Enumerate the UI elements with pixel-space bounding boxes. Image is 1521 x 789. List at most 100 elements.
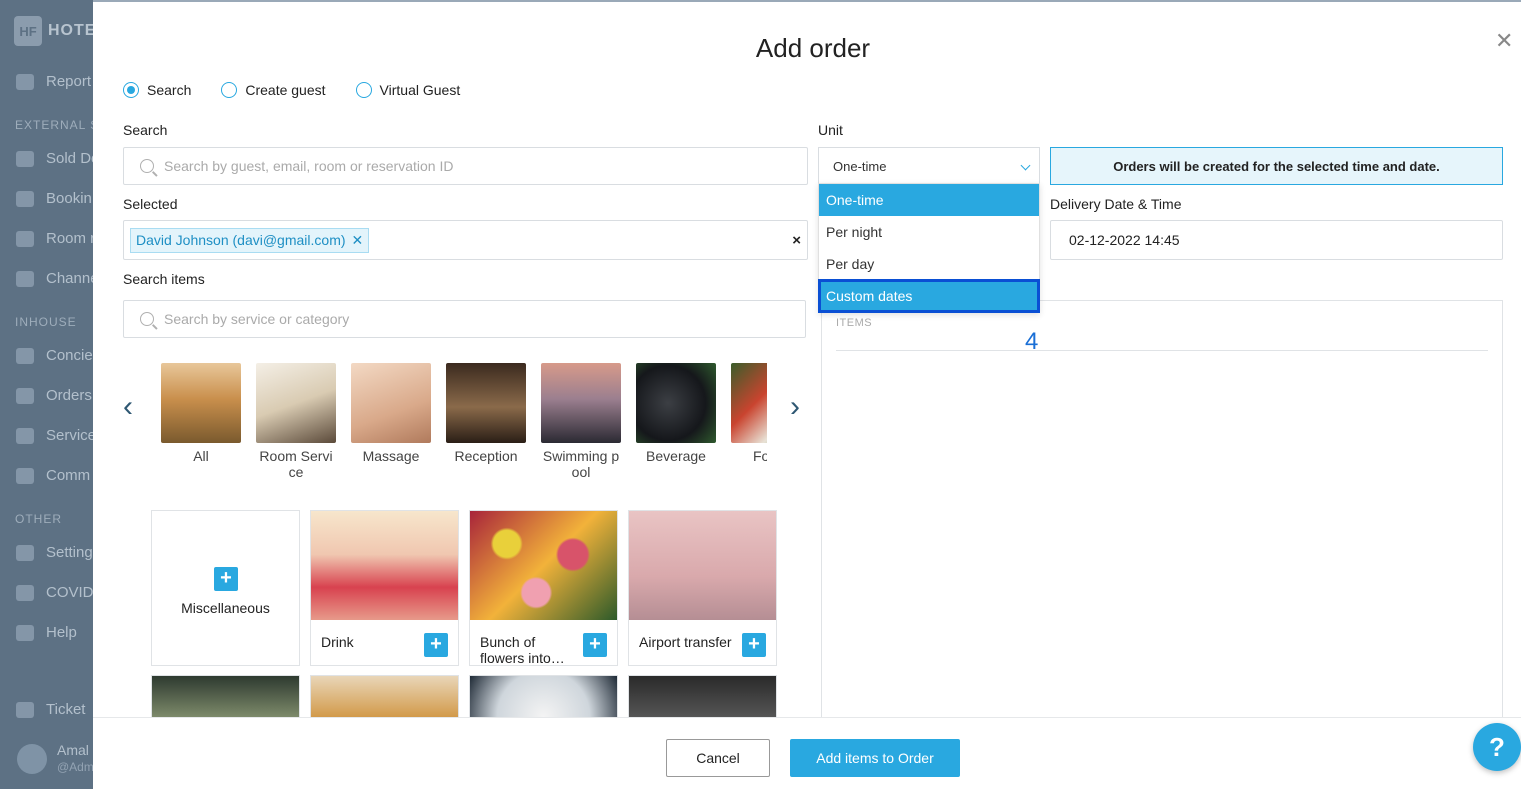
sidebar-item-help[interactable]: Help [16,624,77,641]
category-room-service[interactable]: Room Service [256,363,336,480]
gear-icon [16,544,34,561]
unit-option-per-night[interactable]: Per night [819,216,1039,248]
chart-icon [16,230,34,247]
hf-logo-icon: HF [14,16,42,46]
plus-icon[interactable]: + [214,567,238,591]
radio-create-guest[interactable]: Create guest [221,82,326,98]
category-image [161,363,241,443]
ticket-icon [16,701,34,718]
unit-label: Unit [818,122,843,138]
sidebar-item-room-rates[interactable]: Room r [16,230,93,247]
sidebar-item-settings[interactable]: Setting [16,544,93,561]
unit-option-one-time[interactable]: One-time [819,184,1039,216]
plus-icon[interactable]: + [583,633,607,657]
phone-icon [16,347,34,364]
sidebar-item-covid[interactable]: COVID [16,584,93,601]
info-message: Orders will be created for the selected … [1050,147,1503,185]
cart-icon [16,387,34,404]
search-icon [140,312,154,326]
sidebar-item-concierge[interactable]: Concie [16,347,93,364]
tag-icon [16,150,34,167]
sidebar-item-orders[interactable]: Orders [16,387,92,404]
radio-virtual-guest[interactable]: Virtual Guest [355,82,460,98]
sidebar: HF HOTE Report EXTERNAL S Sold De Bookin… [0,0,93,789]
radio-unchecked-icon [221,82,238,98]
selected-guest-field[interactable]: David Johnson (davi@gmail.com) ✕ × [123,220,808,260]
booking-icon [16,190,34,207]
carousel-prev-icon[interactable]: ‹ [123,392,139,422]
category-image [731,363,767,443]
help-icon [16,624,34,641]
close-icon[interactable]: ✕ [1495,30,1513,52]
radio-unchecked-icon [355,82,372,98]
chevron-down-icon [1020,160,1031,171]
plus-icon[interactable]: + [424,633,448,657]
product-card-drink[interactable]: Drink + [310,510,459,666]
unit-option-custom-dates[interactable]: Custom dates [818,279,1040,313]
add-items-button[interactable]: Add items to Order [790,739,960,777]
delivery-label: Delivery Date & Time [1050,196,1182,212]
product-card-partial[interactable] [628,675,777,717]
guest-search-input[interactable]: Search by guest, email, room or reservat… [123,147,808,185]
plus-icon[interactable]: + [742,633,766,657]
category-image [256,363,336,443]
modal-title: Add order [755,33,871,63]
chat-icon [16,467,34,484]
report-icon [16,73,34,90]
channel-icon [16,270,34,287]
sidebar-section-other: OTHER [15,512,62,526]
guest-mode-radios: Search Create guest Virtual Guest [123,82,460,98]
sidebar-item-reports[interactable]: Report [16,73,91,90]
unit-option-per-day[interactable]: Per day [819,248,1039,280]
selected-guest-tag: David Johnson (davi@gmail.com) ✕ [130,227,370,253]
product-card-flowers[interactable]: Bunch of flowers into… + [469,510,618,666]
category-beverage[interactable]: Beverage [636,363,716,464]
sidebar-item-sold-deals[interactable]: Sold De [16,150,93,167]
product-image [470,511,617,620]
search-items-label: Search items [123,271,205,287]
radio-search[interactable]: Search [123,82,191,98]
unit-select[interactable]: One-time [818,147,1040,185]
product-card-partial[interactable] [310,675,459,717]
sidebar-section-inhouse: INHOUSE [15,315,77,329]
user-info[interactable]: Amal @Adm [57,742,93,774]
cancel-button[interactable]: Cancel [666,739,770,777]
items-search-input[interactable]: Search by service or category [123,300,806,338]
avatar[interactable] [17,744,47,774]
product-image [311,511,458,620]
product-card-miscellaneous[interactable]: + Miscellaneous [151,510,300,666]
bell-icon [16,427,34,444]
sidebar-item-communication[interactable]: Comm [16,467,90,484]
help-button[interactable]: ? [1473,723,1521,771]
sidebar-item-services[interactable]: Service [16,427,93,444]
category-image [446,363,526,443]
selected-label: Selected [123,196,178,212]
items-panel: ITEMS [821,300,1503,720]
category-carousel: All Room Service Massage Reception Swimm… [161,363,767,483]
sidebar-item-bookings[interactable]: Bookin [16,190,92,207]
add-order-modal: Add order ✕ Search Create guest Virtual … [93,0,1521,789]
sidebar-item-channels[interactable]: Channe [16,270,93,287]
category-all[interactable]: All [161,363,241,464]
category-food[interactable]: Fo [731,363,767,464]
items-title: ITEMS [836,317,873,329]
divider [836,350,1488,351]
category-swimming-pool[interactable]: Swimming pool [541,363,621,480]
sidebar-section-external: EXTERNAL S [15,118,93,132]
category-image [541,363,621,443]
clear-selection-icon[interactable]: × [792,232,801,249]
unit-dropdown-menu: One-time Per night Per day Custom dates [818,183,1040,313]
remove-tag-icon[interactable]: ✕ [352,232,364,249]
category-reception[interactable]: Reception [446,363,526,464]
step-marker: 4 [1025,328,1039,355]
carousel-next-icon[interactable]: › [790,392,806,422]
product-card-partial[interactable] [469,675,618,717]
radio-checked-icon [123,82,139,98]
product-card-airport-transfer[interactable]: Airport transfer + [628,510,777,666]
category-massage[interactable]: Massage [351,363,431,464]
delivery-datetime-input[interactable]: 02-12-2022 14:45 [1050,220,1503,260]
sidebar-item-ticket[interactable]: Ticket [16,701,85,718]
virus-icon [16,584,34,601]
product-card-partial[interactable] [151,675,300,717]
category-image [636,363,716,443]
